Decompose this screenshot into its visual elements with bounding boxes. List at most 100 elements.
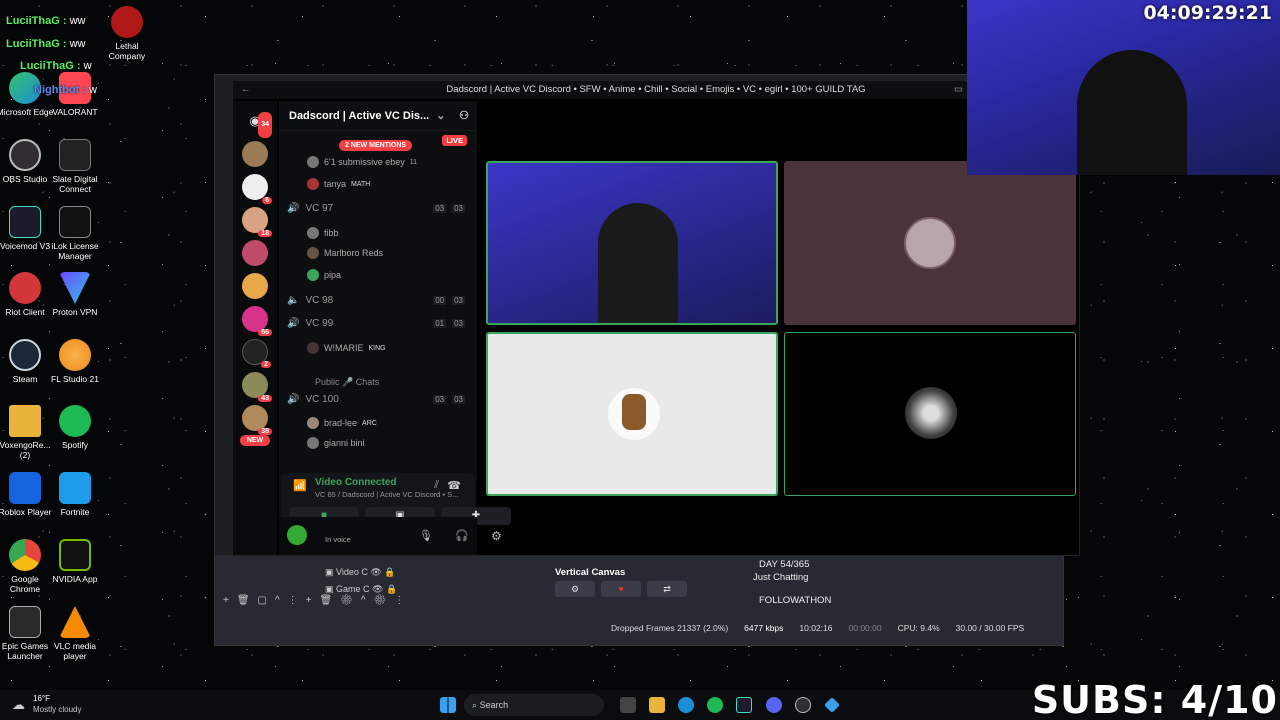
video-tile-self[interactable] <box>486 161 778 325</box>
start-icon[interactable] <box>440 697 456 713</box>
video-tile-avatar[interactable] <box>784 161 1076 325</box>
desktop-icon-spotify[interactable]: Spotify <box>46 405 104 450</box>
canvas-record-button[interactable]: ♥ <box>601 581 641 597</box>
desktop-icon-ilok[interactable]: iLok License Manager <box>46 206 104 261</box>
voice-member[interactable]: gianni bini <box>307 437 365 449</box>
steam-icon <box>9 339 41 371</box>
spotify-icon[interactable] <box>707 697 723 713</box>
add-friend-icon[interactable]: ⚇ <box>459 101 469 131</box>
weather-icon[interactable]: ☁ <box>12 697 25 713</box>
subs-goal-counter: SUBS: 4/10 <box>1031 678 1278 720</box>
gear-icon[interactable]: ⚙ <box>491 529 502 543</box>
voicemod-icon[interactable] <box>736 697 752 713</box>
server-header[interactable]: Dadscord | Active VC Dis... ⌄ ⚇ <box>279 101 477 131</box>
dropped-frames: Dropped Frames 21337 (2.0%) <box>611 623 729 633</box>
voice-member[interactable]: fibb <box>307 227 339 239</box>
desktop-icon-fl-studio[interactable]: FL Studio 21 <box>46 339 104 384</box>
desktop-icon-slate[interactable]: Slate Digital Connect <box>46 139 104 194</box>
avatar <box>307 269 319 281</box>
server-icon[interactable]: 2 <box>242 339 271 368</box>
voice-member[interactable]: pipa <box>307 269 341 281</box>
voice-channel-icon: 🔊 <box>287 318 300 329</box>
new-mentions-pill[interactable]: 2 NEW MENTIONS <box>339 140 413 151</box>
obs-source-list: ▣ Video C 👁 🔒 ▣ Game C 👁 🔒 <box>325 559 397 595</box>
channel-category[interactable]: Public 🎤 Chats <box>315 377 379 388</box>
riot-icon <box>9 272 41 304</box>
weather-temp[interactable]: 16°F <box>33 694 50 703</box>
source-item[interactable]: ▣ Game C 👁 🔒 <box>325 584 397 595</box>
avatar <box>608 388 660 440</box>
slate-icon <box>59 139 91 171</box>
server-icon[interactable] <box>242 141 268 167</box>
task-view-icon[interactable] <box>620 697 636 713</box>
desktop-icon-lethal-company[interactable]: Lethal Company <box>98 6 156 61</box>
obs-icon[interactable] <box>795 697 811 713</box>
discord-home-icon[interactable]: ◉ 34 <box>242 108 272 138</box>
avatar <box>307 342 319 354</box>
person-silhouette <box>1077 50 1187 175</box>
voice-channel-vc97[interactable]: 🔊 VC 97 03 03 <box>287 203 465 214</box>
proton-icon <box>59 272 91 304</box>
edge-icon[interactable] <box>678 697 694 713</box>
avatar[interactable] <box>287 525 307 545</box>
search-box[interactable]: ⌕ Search <box>464 694 604 716</box>
chat-line: LuciiThaG : w <box>20 60 92 72</box>
server-icon[interactable]: 38 <box>242 405 272 435</box>
voice-status: Video Connected <box>315 477 397 488</box>
obs-controls-area: ▣ Video C 👁 🔒 ▣ Game C 👁 🔒 Vertical Canv… <box>215 546 1063 645</box>
file-explorer-icon[interactable] <box>649 697 665 713</box>
chat-line: LuciiThaG : ww <box>6 15 86 27</box>
app-icon[interactable] <box>824 697 840 713</box>
headphones-icon[interactable]: 🎧 <box>455 529 469 542</box>
server-icon[interactable]: 43 <box>242 372 272 402</box>
server-icon[interactable]: 56 <box>242 306 272 336</box>
recording-time: 10:02:16 <box>799 623 833 633</box>
voice-member[interactable]: 6'1 submissive ebey 11 <box>307 156 417 168</box>
stream-time: 00:00:00 <box>848 623 882 633</box>
server-icon[interactable]: 6 <box>242 174 272 204</box>
disconnect-icon[interactable]: ☎ <box>447 479 461 492</box>
dog-shape <box>622 394 646 430</box>
source-item[interactable]: ▣ Video C 👁 🔒 <box>325 567 397 578</box>
desktop-icon-fortnite[interactable]: Fortnite <box>46 472 104 517</box>
desktop-icon-proton[interactable]: Proton VPN <box>46 272 104 317</box>
discord-window: ← Dadscord | Active VC Discord • SFW • A… <box>232 80 1080 556</box>
canvas-share-button[interactable]: ⇄ <box>647 581 687 597</box>
inbox-icon[interactable]: ▭ <box>954 81 963 99</box>
voice-channel-vc99[interactable]: 🔊 VC 99 01 03 <box>287 318 465 329</box>
server-icon[interactable]: 18 <box>242 207 272 237</box>
canvas-settings-button[interactable]: ⚙ <box>555 581 595 597</box>
subathon-timer: 04:09:29:21 <box>1143 2 1272 24</box>
voice-channel-icon: 🔊 <box>287 203 300 214</box>
video-tile-wings[interactable] <box>784 332 1076 496</box>
back-icon[interactable]: ← <box>241 81 251 99</box>
chat-line: Nightbot : w <box>34 84 97 96</box>
noise-suppression-icon[interactable]: ⫽ <box>434 479 439 492</box>
voice-member[interactable]: brad-lee ARC <box>307 417 377 429</box>
voice-channel-vc98[interactable]: 🔈 VC 98 00 03 <box>287 295 465 306</box>
new-badge[interactable]: NEW <box>240 435 270 446</box>
avatar <box>307 178 319 190</box>
voice-member[interactable]: W!MARIE KING <box>307 342 386 354</box>
desktop-icon-vlc[interactable]: VLC media player <box>46 606 104 661</box>
video-tile-dog[interactable] <box>486 332 778 496</box>
voice-member[interactable]: Marlboro Reds <box>307 247 383 259</box>
nvidia-icon <box>59 539 91 571</box>
user-panel: In voice 🎙 🎧 ⚙ <box>279 517 502 555</box>
avatar <box>307 227 319 239</box>
vertical-canvas-label: Vertical Canvas <box>555 567 626 578</box>
voice-member[interactable]: tanya MATH <box>307 178 370 190</box>
fl-studio-icon <box>59 339 91 371</box>
desktop-icon-nvidia[interactable]: NVIDIA App <box>46 539 104 584</box>
voice-channel-vc100[interactable]: 🔊 VC 100 03 03 <box>287 394 465 405</box>
ilok-icon <box>59 206 91 238</box>
microphone-icon[interactable]: 🎙 <box>419 529 433 542</box>
obs-toolbar-left: +🗑▢^⋮+🗑⚙^⚙⋮ <box>223 595 413 606</box>
discord-icon[interactable] <box>766 697 782 713</box>
server-icon[interactable] <box>242 273 268 299</box>
webcam-overlay: 04:09:29:21 <box>967 0 1280 175</box>
voice-detail[interactable]: VC 65 / Dadscord | Active VC Discord • S… <box>315 490 465 499</box>
cpu-usage: CPU: 9.4% <box>897 623 940 633</box>
server-icon[interactable] <box>242 240 268 266</box>
chrome-icon <box>9 539 41 571</box>
